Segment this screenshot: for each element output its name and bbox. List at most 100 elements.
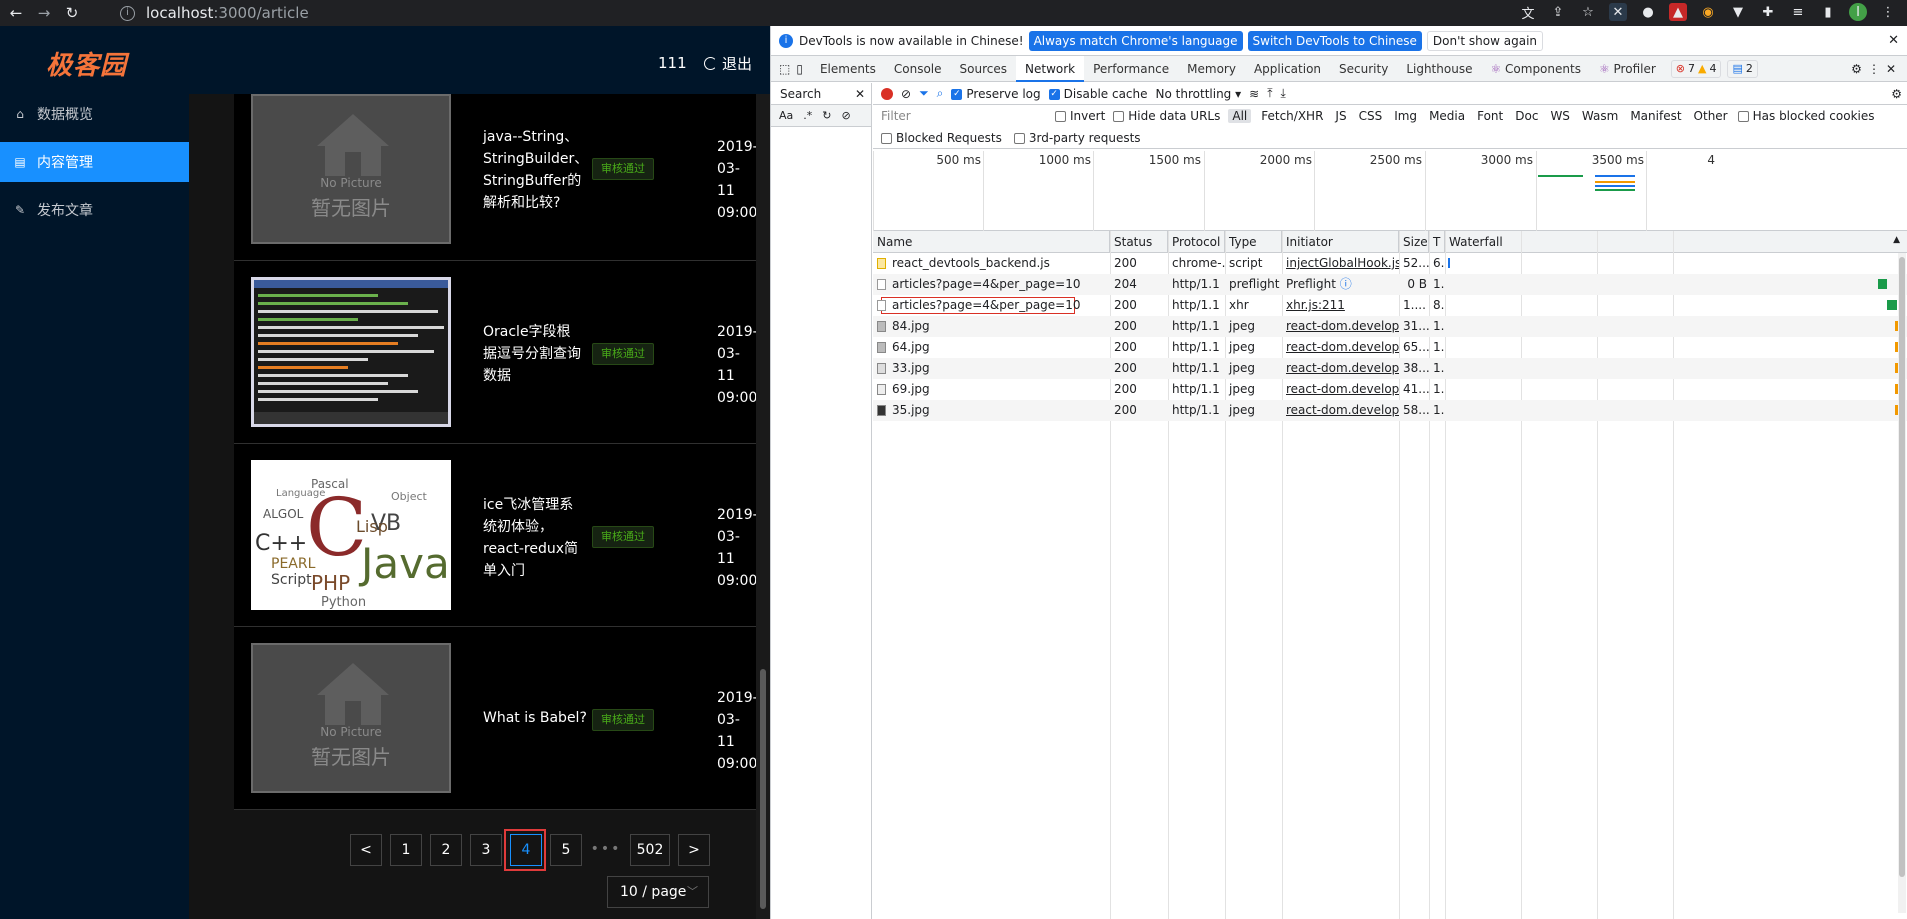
- request-row[interactable]: articles?page=4&per_page=10 200 http/1.1…: [873, 295, 1907, 316]
- column-type[interactable]: Type: [1225, 231, 1282, 253]
- filter-type-doc[interactable]: Doc: [1513, 109, 1540, 123]
- prev-page-button[interactable]: <: [350, 834, 382, 866]
- filter-type-other[interactable]: Other: [1692, 109, 1730, 123]
- filter-type-ws[interactable]: WS: [1548, 109, 1571, 123]
- tab-components[interactable]: ⚛ Components: [1481, 56, 1590, 82]
- devtools-menu-icon[interactable]: ⋮: [1868, 62, 1880, 76]
- sidebar-item-overview[interactable]: ⌂ 数据概览: [0, 94, 189, 134]
- tab-console[interactable]: Console: [885, 56, 951, 82]
- column-time[interactable]: T: [1429, 231, 1445, 253]
- match-case-button[interactable]: Aa: [779, 109, 793, 122]
- logout-button[interactable]: 退出: [704, 53, 752, 74]
- timeline-overview[interactable]: 500 ms 1000 ms 1500 ms 2000 ms 2500 ms 3…: [873, 151, 1907, 231]
- dont-show-again-button[interactable]: Don't show again: [1426, 30, 1544, 51]
- request-row[interactable]: 64.jpg 200 http/1.1 jpeg react-dom.devel…: [873, 337, 1907, 358]
- sort-triangle-icon[interactable]: ▲: [1893, 235, 1900, 245]
- refresh-icon[interactable]: ↻: [822, 109, 831, 122]
- sidebar-item-publish[interactable]: ✎ 发布文章: [0, 190, 189, 230]
- request-initiator[interactable]: injectGlobalHook.js:22...: [1282, 253, 1399, 274]
- filter-type-media[interactable]: Media: [1427, 109, 1467, 123]
- filter-type-wasm[interactable]: Wasm: [1580, 109, 1620, 123]
- translate-icon[interactable]: 文: [1519, 3, 1537, 22]
- share-icon[interactable]: ⇪: [1549, 3, 1567, 21]
- filter-type-js[interactable]: JS: [1333, 109, 1348, 123]
- import-har-icon[interactable]: ⤒: [1267, 86, 1272, 101]
- extension-red-icon[interactable]: ▲: [1669, 3, 1687, 21]
- match-language-button[interactable]: Always match Chrome's language: [1028, 30, 1243, 51]
- request-initiator[interactable]: react-dom.developme...: [1282, 337, 1399, 358]
- page-size-select[interactable]: 10 / page ﹀: [607, 876, 709, 908]
- reading-list-icon[interactable]: ≡: [1789, 3, 1807, 21]
- network-settings-icon[interactable]: ⚙: [1891, 87, 1902, 101]
- puzzle-icon[interactable]: ✚: [1759, 3, 1777, 21]
- close-icon[interactable]: ✕: [1888, 33, 1899, 48]
- content-scrollbar[interactable]: [756, 94, 770, 919]
- filter-type-img[interactable]: Img: [1392, 109, 1419, 123]
- filter-type-font[interactable]: Font: [1475, 109, 1505, 123]
- request-row[interactable]: articles?page=4&per_page=10 204 http/1.1…: [873, 274, 1907, 295]
- tab-security[interactable]: Security: [1330, 56, 1397, 82]
- export-har-icon[interactable]: ⤓: [1281, 86, 1286, 101]
- tab-elements[interactable]: Elements: [811, 56, 885, 82]
- tab-application[interactable]: Application: [1245, 56, 1330, 82]
- extension-dot-icon[interactable]: ●: [1639, 3, 1657, 21]
- issues-counter[interactable]: ⊗ 7 ▲ 4: [1670, 59, 1722, 78]
- address-bar[interactable]: i localhost:3000/article: [120, 2, 309, 24]
- column-name[interactable]: Name: [873, 231, 1110, 253]
- back-button[interactable]: ←: [4, 4, 28, 22]
- request-initiator[interactable]: react-dom.developme...: [1282, 358, 1399, 379]
- info-icon[interactable]: ⓘ: [1340, 277, 1352, 291]
- blocked-requests-checkbox[interactable]: Blocked Requests: [881, 131, 1002, 145]
- request-row[interactable]: 69.jpg 200 http/1.1 jpeg react-dom.devel…: [873, 379, 1907, 400]
- hide-data-urls-checkbox[interactable]: Hide data URLs: [1113, 109, 1220, 123]
- menu-kebab-icon[interactable]: ⋮: [1879, 3, 1897, 21]
- page-3-button[interactable]: 3: [470, 834, 502, 866]
- column-status[interactable]: Status: [1110, 231, 1168, 253]
- inspect-element-icon[interactable]: ⬚: [779, 62, 790, 76]
- tab-network[interactable]: Network: [1016, 55, 1085, 82]
- column-protocol[interactable]: Protocol: [1168, 231, 1225, 253]
- tab-performance[interactable]: Performance: [1084, 56, 1178, 82]
- invert-checkbox[interactable]: Invert: [1055, 109, 1105, 123]
- tab-profiler[interactable]: ⚛ Profiler: [1590, 56, 1665, 82]
- column-size[interactable]: Size: [1399, 231, 1429, 253]
- vue-devtools-icon[interactable]: ▼: [1729, 3, 1747, 21]
- page-2-button[interactable]: 2: [430, 834, 462, 866]
- page-last-button[interactable]: 502: [630, 834, 670, 866]
- side-panel-icon[interactable]: ▮: [1819, 3, 1837, 21]
- search-icon[interactable]: ⌕: [937, 86, 944, 101]
- request-initiator[interactable]: xhr.js:211: [1282, 295, 1399, 316]
- blocked-cookies-checkbox[interactable]: Has blocked cookies: [1737, 109, 1875, 123]
- filter-type-fetch[interactable]: Fetch/XHR: [1259, 109, 1325, 123]
- column-initiator[interactable]: Initiator: [1282, 231, 1399, 253]
- request-row[interactable]: react_devtools_backend.js 200 chrome-...…: [873, 253, 1907, 274]
- clear-icon[interactable]: ⊘: [841, 109, 850, 122]
- filter-type-css[interactable]: CSS: [1357, 109, 1385, 123]
- profile-avatar-icon[interactable]: I: [1849, 3, 1867, 21]
- page-1-button[interactable]: 1: [390, 834, 422, 866]
- wifi-icon[interactable]: ≋: [1249, 87, 1259, 101]
- request-list-scrollbar[interactable]: [1898, 253, 1906, 913]
- next-page-button[interactable]: >: [678, 834, 710, 866]
- disable-cache-checkbox[interactable]: ✓ Disable cache: [1048, 87, 1148, 101]
- close-search-icon[interactable]: ✕: [855, 87, 865, 101]
- regex-button[interactable]: .*: [803, 109, 812, 122]
- reload-button[interactable]: ↻: [60, 4, 84, 22]
- request-row[interactable]: 35.jpg 200 http/1.1 jpeg react-dom.devel…: [873, 400, 1907, 421]
- bookmark-star-icon[interactable]: ☆: [1579, 3, 1597, 21]
- page-ellipsis[interactable]: •••: [590, 834, 622, 866]
- column-waterfall[interactable]: Waterfall: [1445, 231, 1907, 253]
- forward-button[interactable]: →: [32, 4, 56, 22]
- third-party-checkbox[interactable]: 3rd-party requests: [1013, 131, 1141, 145]
- tab-memory[interactable]: Memory: [1178, 56, 1245, 82]
- request-list-scroll-thumb[interactable]: [1899, 257, 1905, 877]
- settings-gear-icon[interactable]: ⚙: [1851, 62, 1862, 76]
- preserve-log-checkbox[interactable]: ✓ Preserve log: [951, 87, 1041, 101]
- device-toggle-icon[interactable]: ▯: [796, 62, 803, 76]
- close-devtools-icon[interactable]: ✕: [1886, 62, 1896, 76]
- filter-icon[interactable]: ⏷: [919, 86, 929, 101]
- extension-ball-icon[interactable]: ◉: [1699, 3, 1717, 21]
- tab-sources[interactable]: Sources: [951, 56, 1016, 82]
- throttling-select[interactable]: No throttling ▾: [1156, 87, 1242, 101]
- filter-input[interactable]: Filter: [877, 107, 1047, 125]
